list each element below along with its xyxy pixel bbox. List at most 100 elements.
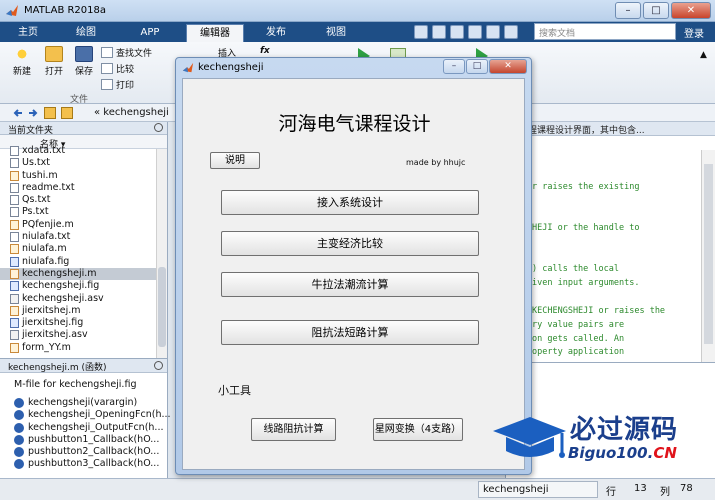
access-system-design-button[interactable]: 接入系统设计	[221, 190, 479, 215]
watermark: 必过源码 Biguo100.CN	[488, 405, 715, 475]
watermark-brand: 必过源码	[570, 415, 679, 445]
function-item[interactable]: kechengsheji(varargin)	[0, 397, 167, 409]
status-row-label: 行	[606, 487, 616, 498]
minimize-button[interactable]: –	[615, 2, 641, 19]
file-row[interactable]: form_YY.m	[0, 342, 167, 354]
tab-apps[interactable]: APP	[126, 24, 174, 42]
tab-publish[interactable]: 发布	[250, 24, 302, 42]
code-line[interactable]: iven input arguments.	[532, 278, 639, 288]
function-item[interactable]: pushbutton1_Callback(hO...	[0, 434, 167, 446]
print-button[interactable]: 打印	[101, 78, 134, 91]
search-docs-input[interactable]: 搜索文档	[534, 23, 676, 40]
file-row[interactable]: Qs.txt	[0, 194, 167, 206]
txt-file-icon	[10, 195, 19, 206]
txt-file-icon	[10, 158, 19, 169]
printer-icon	[101, 79, 113, 90]
function-item[interactable]: kechengsheji_OpeningFcn(h...	[0, 409, 171, 421]
matlab-logo-icon	[6, 5, 18, 16]
file-row[interactable]: Ps.txt	[0, 206, 167, 218]
file-name: kechengsheji.m	[22, 267, 97, 279]
up-folder-icon[interactable]	[44, 107, 56, 119]
code-line[interactable]: ) calls the local	[532, 264, 619, 274]
fx-button[interactable]: fx	[260, 46, 270, 56]
star-mesh-transform-button[interactable]: 星网变换（4支路）	[373, 418, 463, 441]
quick-access-help-icon[interactable]	[504, 25, 518, 39]
quick-access-undo-icon[interactable]	[468, 25, 482, 39]
forward-arrow-icon[interactable]	[27, 107, 39, 119]
scrollbar-thumb[interactable]	[158, 267, 166, 347]
file-row[interactable]: tushi.m	[0, 170, 167, 182]
find-files-icon	[101, 47, 113, 58]
login-link[interactable]: 登录	[684, 25, 704, 40]
function-item[interactable]: kechengsheji_OutputFcn(h...	[0, 422, 167, 434]
file-name: kechengsheji.asv	[22, 292, 104, 304]
close-button[interactable]: ✕	[671, 2, 711, 19]
panel-options-icon[interactable]	[154, 123, 163, 132]
tab-plots[interactable]: 绘图	[64, 24, 108, 42]
file-row[interactable]: jierxitshej.fig	[0, 317, 167, 329]
compare-button[interactable]: 比较	[101, 62, 134, 75]
current-path[interactable]: « kechengsheji	[94, 107, 169, 118]
file-name: Ps.txt	[22, 206, 49, 218]
tab-view[interactable]: 视图	[310, 24, 362, 42]
open-button[interactable]: 打开	[40, 46, 68, 77]
status-bar: kechengsheji 行 13 列 78	[0, 478, 715, 500]
ribbon-collapse-icon[interactable]: ▲	[700, 50, 707, 60]
code-line[interactable]: ry value pairs are	[532, 320, 624, 330]
fx-label: fx	[260, 46, 270, 56]
explain-button[interactable]: 说明	[210, 152, 260, 169]
file-row[interactable]: kechengsheji.m	[0, 267, 167, 281]
back-arrow-icon[interactable]	[12, 107, 24, 119]
file-row[interactable]: jierxitshej.m	[0, 305, 167, 317]
transformer-economic-comparison-button[interactable]: 主变经济比较	[221, 231, 479, 256]
new-button[interactable]: 新建	[8, 46, 36, 77]
file-row[interactable]: niulafa.txt	[0, 231, 167, 243]
txt-file-icon	[10, 207, 19, 218]
file-name: xdata.txt	[22, 145, 66, 156]
line-impedance-calc-button[interactable]: 线路阻抗计算	[251, 418, 336, 441]
code-line[interactable]: on gets called. An	[532, 334, 624, 344]
m-file-icon	[10, 342, 19, 353]
editor-scrollbar-thumb[interactable]	[704, 164, 713, 344]
quick-access-save-icon[interactable]	[414, 25, 428, 39]
file-row[interactable]: kechengsheji.asv	[0, 293, 167, 305]
newton-raphson-power-flow-button[interactable]: 牛拉法潮流计算	[221, 272, 479, 297]
fig-file-icon	[10, 281, 19, 292]
file-row[interactable]: jierxitshej.asv	[0, 329, 167, 341]
file-row[interactable]: xdata.txt	[0, 145, 167, 157]
code-line[interactable]: KECHENGSHEJI or raises the	[532, 306, 665, 316]
file-row[interactable]: kechengsheji.fig	[0, 280, 167, 292]
code-line[interactable]: operty application	[532, 347, 624, 357]
code-line[interactable]: HEJI or the handle to	[532, 223, 639, 233]
figure-matlab-icon	[182, 62, 194, 73]
maximize-button[interactable]: □	[643, 2, 669, 19]
quick-access-copy-icon[interactable]	[450, 25, 464, 39]
quick-access-redo-icon[interactable]	[486, 25, 500, 39]
quick-access-cut-icon[interactable]	[432, 25, 446, 39]
function-item[interactable]: pushbutton2_Callback(hO...	[0, 446, 167, 458]
file-row[interactable]: Us.txt	[0, 157, 167, 169]
code-line[interactable]: r raises the existing	[532, 182, 639, 192]
file-name: jierxitshej.fig	[22, 317, 84, 329]
impedance-short-circuit-button[interactable]: 阻抗法短路计算	[221, 320, 479, 345]
tab-home[interactable]: 主页	[6, 24, 50, 42]
save-button[interactable]: 保存	[70, 46, 98, 77]
file-row[interactable]: readme.txt	[0, 182, 167, 194]
file-list: xdata.txt Us.txt tushi.m readme.txt Qs.txt Ps…	[0, 145, 167, 354]
function-icon	[14, 398, 24, 408]
file-name: form_YY.m	[22, 341, 71, 353]
browse-folder-icon[interactable]	[61, 107, 73, 119]
function-item[interactable]: pushbutton3_Callback(hO...	[0, 458, 167, 470]
tab-editor[interactable]: 编辑器	[186, 24, 244, 42]
function-icon	[14, 434, 24, 445]
figure-maximize-button[interactable]: □	[466, 59, 488, 74]
file-row[interactable]: PQfenjie.m	[0, 219, 167, 231]
figure-close-button[interactable]: ✕	[489, 59, 527, 74]
file-row[interactable]: niulafa.m	[0, 243, 167, 255]
file-list-scrollbar[interactable]	[156, 149, 167, 358]
details-options-icon[interactable]	[154, 361, 163, 370]
find-files-button[interactable]: 查找文件	[101, 46, 152, 59]
file-row[interactable]: niulafa.fig	[0, 256, 167, 268]
figure-minimize-button[interactable]: –	[443, 59, 465, 74]
editor-scrollbar[interactable]	[701, 150, 715, 362]
